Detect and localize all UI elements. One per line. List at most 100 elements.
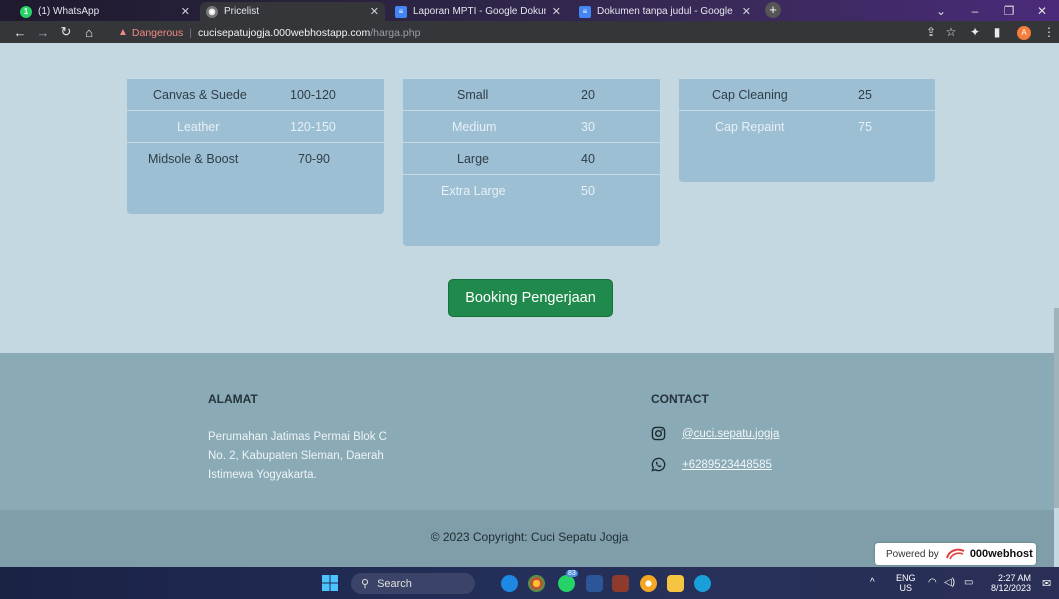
sidepanel-icon[interactable]: ▮	[990, 25, 1004, 39]
close-icon[interactable]: ✕	[742, 5, 751, 18]
docs-icon: ≡	[395, 5, 407, 18]
whatsapp-icon: 1	[20, 5, 32, 18]
table-row: Small 20	[403, 78, 660, 110]
share-icon[interactable]: ⇪	[924, 25, 938, 39]
new-tab-button[interactable]: +	[765, 2, 781, 18]
instagram-contact: @cuci.sepatu.jogja	[651, 426, 779, 441]
windows-start-icon[interactable]	[322, 575, 338, 591]
page-content: Canvas & Suede 100-120 Leather 120-150 M…	[0, 43, 1059, 567]
tab-title: Dokumen tanpa judul - Google Dokumen	[597, 6, 736, 17]
whatsapp-icon	[651, 457, 666, 472]
language-indicator[interactable]: ENG US	[896, 573, 916, 593]
phone-link[interactable]: +6289523448585	[682, 459, 772, 471]
close-icon[interactable]: ✕	[552, 5, 561, 18]
clock-time: 2:27 AM	[998, 573, 1032, 583]
extensions-icon[interactable]: ✦	[968, 25, 982, 39]
table-row: Cap Repaint 75	[679, 110, 935, 142]
service-name: Canvas & Suede	[153, 88, 247, 102]
window-close-button[interactable]: ✕	[1025, 0, 1059, 21]
search-placeholder: Search	[377, 577, 412, 590]
volume-icon[interactable]: ◁)	[944, 577, 955, 588]
globe-icon: ◉	[206, 5, 218, 18]
notification-icon[interactable]: ✉	[1042, 577, 1051, 590]
size-price: 40	[581, 152, 595, 166]
scrollbar-thumb[interactable]	[1054, 308, 1059, 508]
tab-title: Laporan MPTI - Google Dokumen	[413, 6, 546, 17]
opera-icon[interactable]	[640, 575, 657, 592]
copyright-bar: © 2023 Copyright: Cuci Sepatu Jogja Powe…	[0, 510, 1059, 567]
taskbar: ⚲ Search 83 ^ ENG US ◠ ◁) ▭ 2:27 AM 8/12…	[0, 567, 1059, 599]
instagram-link[interactable]: @cuci.sepatu.jogja	[682, 428, 779, 440]
size-price: 30	[581, 120, 595, 134]
tab-title: Pricelist	[224, 6, 260, 17]
chevron-up-icon[interactable]: ^	[870, 577, 875, 588]
address-bar[interactable]: ▲ Dangerous | cucisepatujogja.000webhost…	[118, 24, 953, 41]
size-price: 20	[581, 88, 595, 102]
restore-button[interactable]: ❐	[992, 0, 1026, 21]
price-table-sizes: Small 20 Medium 30 Large 40 Extra Large …	[403, 78, 660, 246]
tab-laporan-mpti[interactable]: ≡ Laporan MPTI - Google Dokumen ✕	[389, 2, 567, 21]
table-row: Medium 30	[403, 110, 660, 142]
tab-whatsapp[interactable]: 1 (1) WhatsApp ✕	[14, 2, 196, 21]
bookmark-star-icon[interactable]: ☆	[944, 25, 958, 39]
security-warning[interactable]: Dangerous	[132, 27, 183, 39]
powered-by-badge[interactable]: Powered by 000webhost	[875, 543, 1036, 565]
powered-by-label: Powered by	[886, 548, 939, 560]
game-app-icon[interactable]	[612, 575, 629, 592]
table-row: Large 40	[403, 142, 660, 174]
url-host: cucisepatujogja.000webhostapp.com	[198, 26, 371, 39]
contact-heading: CONTACT	[651, 392, 709, 406]
reload-icon[interactable]: ↻	[56, 24, 76, 40]
table-row: Cap Cleaning 25	[679, 78, 935, 110]
tab-search-icon[interactable]: ⌄	[924, 0, 958, 21]
address-text: Perumahan Jatimas Permai Blok C No. 2, K…	[208, 431, 387, 481]
booking-button[interactable]: Booking Pengerjaan	[448, 279, 613, 317]
menu-icon[interactable]: ⋮	[1042, 25, 1056, 39]
price-table-caps: Cap Cleaning 25 Cap Repaint 75	[679, 78, 935, 182]
word-icon[interactable]	[586, 575, 603, 592]
phone-contact: +6289523448585	[651, 457, 772, 472]
forward-icon[interactable]: →	[33, 25, 53, 40]
wifi-icon[interactable]: ◠	[928, 577, 937, 588]
price-table-materials: Canvas & Suede 100-120 Leather 120-150 M…	[127, 78, 384, 214]
tab-strip: 1 (1) WhatsApp ✕ ◉ Pricelist ✕ ≡ Laporan…	[0, 0, 1059, 21]
service-price: 70-90	[298, 152, 330, 166]
chrome-icon[interactable]	[528, 575, 545, 592]
taskbar-search[interactable]: ⚲ Search	[351, 573, 475, 594]
edge-icon[interactable]	[694, 575, 711, 592]
back-icon[interactable]: ←	[10, 25, 30, 40]
divider: |	[189, 26, 193, 39]
service-price: 100-120	[290, 88, 336, 102]
bing-icon[interactable]	[501, 575, 518, 592]
cap-service-price: 75	[858, 120, 872, 134]
table-row: Midsole & Boost 70-90	[127, 142, 384, 174]
clock-date: 8/12/2023	[991, 583, 1032, 593]
webhost-logo-icon	[945, 548, 965, 560]
address-heading: ALAMAT	[208, 392, 258, 406]
powered-by-brand: 000webhost	[969, 548, 1033, 560]
minimize-button[interactable]: –	[958, 0, 992, 21]
browser-toolbar: ← → ↻ ⌂ ▲ Dangerous | cucisepatujogja.00…	[0, 21, 1059, 43]
close-icon[interactable]: ✕	[370, 5, 379, 18]
tab-pricelist[interactable]: ◉ Pricelist ✕	[200, 2, 385, 21]
battery-icon[interactable]: ▭	[964, 577, 973, 588]
warning-icon: ▲	[118, 27, 128, 38]
tab-title: (1) WhatsApp	[38, 6, 100, 17]
page-scrollbar[interactable]	[1054, 43, 1059, 567]
whatsapp-badge: 83	[566, 570, 578, 577]
table-row: Leather 120-150	[127, 110, 384, 142]
search-icon: ⚲	[361, 578, 370, 590]
tab-dokumen[interactable]: ≡ Dokumen tanpa judul - Google Dokumen ✕	[573, 2, 757, 21]
size-name: Small	[457, 88, 489, 102]
whatsapp-app-icon[interactable]: 83	[558, 570, 578, 592]
instagram-icon	[651, 426, 666, 441]
language-code: ENG	[896, 573, 916, 583]
service-price: 120-150	[290, 120, 336, 134]
url-path: /harga.php	[370, 26, 421, 39]
file-explorer-icon[interactable]	[667, 575, 684, 592]
home-icon[interactable]: ⌂	[79, 25, 99, 40]
profile-avatar[interactable]: A	[1017, 26, 1031, 40]
close-icon[interactable]: ✕	[181, 5, 190, 18]
clock[interactable]: 2:27 AM 8/12/2023	[991, 573, 1031, 593]
cap-service-name: Cap Cleaning	[712, 88, 788, 102]
